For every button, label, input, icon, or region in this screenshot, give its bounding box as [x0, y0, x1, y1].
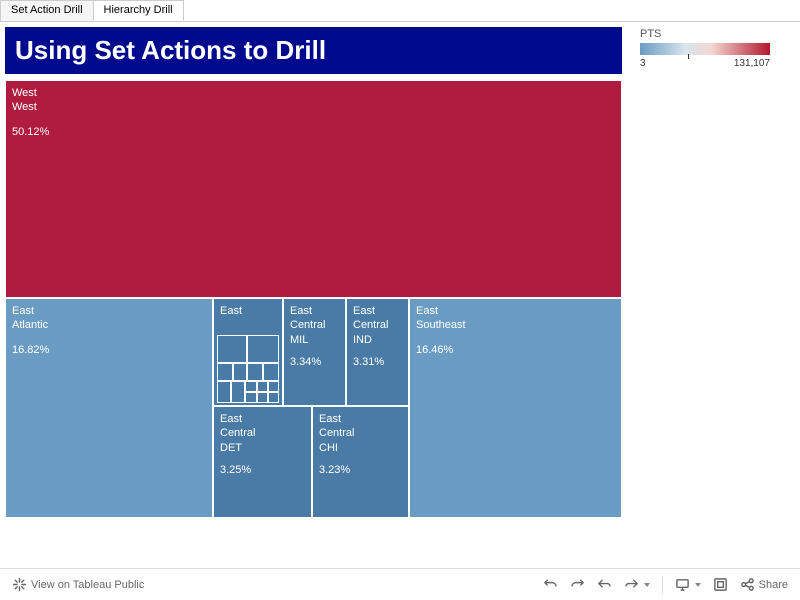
device-icon	[675, 577, 690, 592]
tab-set-action-drill[interactable]: Set Action Drill	[0, 0, 94, 21]
cell-pct: 16.82%	[12, 343, 49, 357]
cell-label: East	[319, 412, 402, 426]
cell-label: East	[290, 304, 339, 318]
cell-east-southeast[interactable]: East Southeast 16.46%	[409, 298, 622, 518]
cell-label: IND	[353, 333, 402, 347]
cell-label: Central	[319, 426, 402, 440]
cell-pct: 3.34%	[290, 355, 321, 369]
cell-west[interactable]: West West 50.12%	[5, 80, 622, 298]
cell-label: Central	[290, 318, 339, 332]
cell-label: East	[220, 412, 305, 426]
cell-label: East	[416, 304, 615, 318]
fullscreen-icon	[713, 577, 728, 592]
cell-label: East	[12, 304, 206, 318]
page-title: Using Set Actions to Drill	[5, 27, 622, 74]
tableau-icon	[12, 577, 27, 592]
cell-pct: 50.12%	[12, 125, 49, 139]
replay-button[interactable]	[597, 577, 612, 592]
cell-pct: 3.23%	[319, 463, 350, 477]
cell-label: Atlantic	[12, 318, 206, 332]
legend-min: 3	[640, 58, 646, 69]
redo-button[interactable]	[570, 577, 585, 592]
bottom-toolbar: View on Tableau Public Share	[0, 568, 800, 600]
cell-pct: 3.31%	[353, 355, 384, 369]
replay-icon	[597, 577, 612, 592]
chevron-down-icon	[695, 583, 701, 587]
fullscreen-button[interactable]	[713, 577, 728, 592]
cell-east-atlantic[interactable]: East Atlantic 16.82%	[5, 298, 213, 518]
treemap-chart[interactable]: West West 50.12% East Atlantic 16.82% Ea…	[5, 80, 622, 518]
chevron-down-icon	[644, 583, 650, 587]
cell-label: West	[12, 100, 615, 114]
device-button[interactable]	[675, 577, 701, 592]
cell-pct: 3.25%	[220, 463, 251, 477]
cell-east-small[interactable]: East	[213, 298, 283, 406]
toolbar-label: View on Tableau Public	[31, 579, 144, 591]
reset-button[interactable]	[624, 577, 650, 592]
cell-east-central-chi[interactable]: East Central CHI 3.23%	[312, 406, 409, 518]
cell-label: Southeast	[416, 318, 615, 332]
legend-title: PTS	[640, 28, 780, 40]
tab-bar: Set Action Drill Hierarchy Drill	[0, 0, 800, 22]
legend-max: 131,107	[734, 58, 770, 69]
undo-icon	[543, 577, 558, 592]
cell-label: MIL	[290, 333, 339, 347]
share-button[interactable]: Share	[740, 577, 788, 592]
cell-label: Central	[220, 426, 305, 440]
share-icon	[740, 577, 755, 592]
cell-east-central-ind[interactable]: East Central IND 3.31%	[346, 298, 409, 406]
cell-label: DET	[220, 441, 305, 455]
separator	[662, 576, 663, 594]
legend-gradient	[640, 43, 770, 55]
cell-label: Central	[353, 318, 402, 332]
cell-pct: 16.46%	[416, 343, 453, 357]
cell-label: East	[353, 304, 402, 318]
legend: PTS 3 131,107	[630, 22, 790, 518]
cell-label: CHI	[319, 441, 402, 455]
cell-east-central-det[interactable]: East Central DET 3.25%	[213, 406, 312, 518]
toolbar-label: Share	[759, 579, 788, 591]
redo-icon	[570, 577, 585, 592]
undo-button[interactable]	[543, 577, 558, 592]
view-on-tableau-public[interactable]: View on Tableau Public	[12, 577, 144, 592]
reset-icon	[624, 577, 639, 592]
cell-label: East	[220, 304, 276, 318]
cell-east-central-mil[interactable]: East Central MIL 3.34%	[283, 298, 346, 406]
cell-label: West	[12, 86, 615, 100]
tab-hierarchy-drill[interactable]: Hierarchy Drill	[93, 0, 184, 21]
